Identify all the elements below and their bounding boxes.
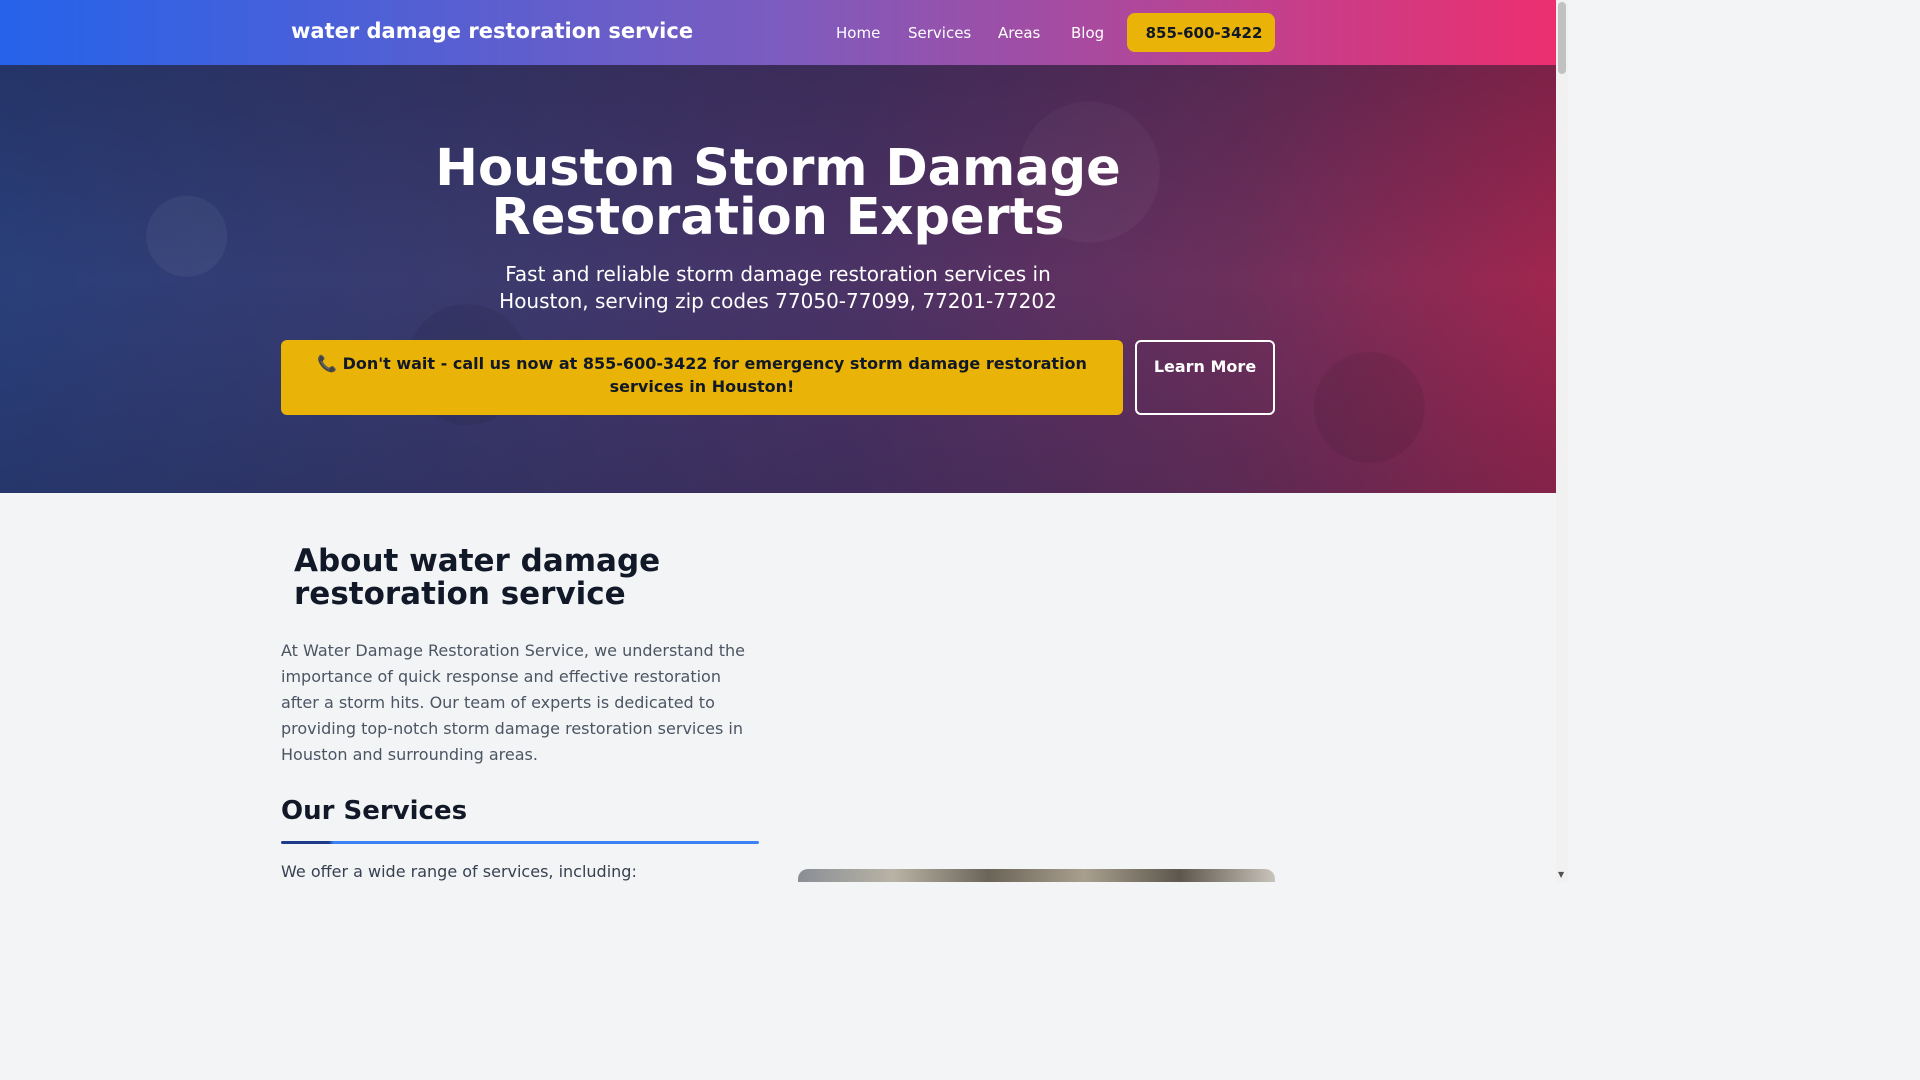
nav-link-home[interactable]: Home [836, 24, 880, 42]
hero-section: Houston Storm Damage Restoration Experts… [0, 65, 1556, 493]
services-intro: We offer a wide range of services, inclu… [281, 862, 637, 881]
emergency-call-button[interactable]: 📞 Don't wait - call us now at 855-600-34… [281, 340, 1123, 415]
nav-link-blog[interactable]: Blog [1071, 24, 1104, 42]
nav-link-services[interactable]: Services [908, 24, 971, 42]
hero-title: Houston Storm Damage Restoration Experts [435, 139, 1121, 247]
phone-icon: 📞 [317, 354, 337, 373]
top-navbar: water damage restoration service Home Se… [0, 0, 1556, 65]
scrollbar-thumb[interactable] [1558, 2, 1566, 74]
hero-subtitle: Fast and reliable storm damage restorati… [499, 262, 1057, 313]
about-text: At Water Damage Restoration Service, we … [281, 641, 745, 764]
service-photo-image [798, 869, 1275, 882]
brand-logo-text[interactable]: water damage restoration service [291, 19, 693, 43]
about-title: About water damage restoration service [294, 543, 661, 612]
services-divider [281, 841, 759, 844]
learn-more-button[interactable]: Learn More [1135, 340, 1275, 415]
emergency-call-text: Don't wait - call us now at 855-600-3422… [342, 354, 1087, 396]
services-title: Our Services [281, 796, 468, 826]
page-scrollbar[interactable]: ▼ [1556, 0, 1568, 882]
nav-link-areas[interactable]: Areas [998, 24, 1040, 42]
scroll-down-arrow-icon[interactable]: ▼ [1558, 870, 1564, 880]
nav-phone-button[interactable]: 855-600-3422 [1127, 13, 1275, 52]
